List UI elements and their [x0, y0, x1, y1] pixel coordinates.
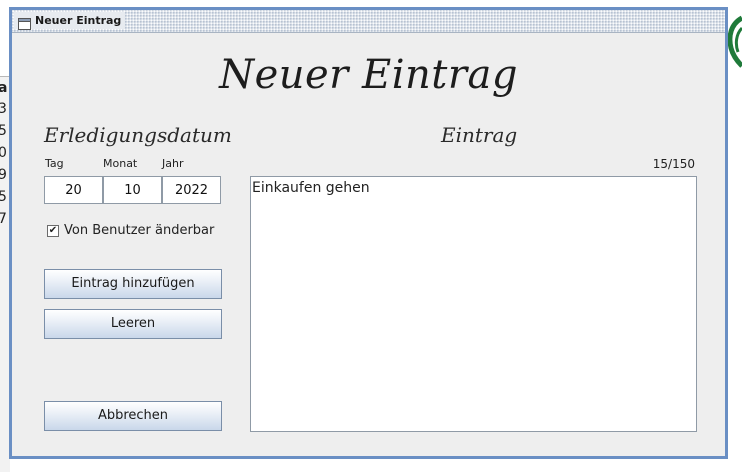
title-bar[interactable]: Neuer Eintrag	[12, 10, 725, 33]
due-date-section-title: Erledigungsdatum	[44, 123, 232, 147]
entry-text-area[interactable]: Einkaufen gehen	[250, 176, 697, 432]
day-field[interactable]	[44, 176, 103, 204]
user-editable-checkbox-row[interactable]: ✔ Von Benutzer änderbar	[47, 223, 214, 238]
cancel-button[interactable]: Abbrechen	[44, 401, 222, 431]
character-counter: 15/150	[652, 157, 695, 171]
user-editable-checkbox[interactable]: ✔	[47, 224, 59, 237]
window-title: Neuer Eintrag	[35, 14, 122, 27]
entry-section-title: Eintrag	[441, 123, 518, 147]
add-entry-button[interactable]: Eintrag hinzufügen	[44, 269, 222, 299]
day-label: Tag	[45, 157, 64, 170]
window-icon	[18, 15, 31, 30]
month-label: Monat	[103, 157, 138, 170]
user-editable-label: Von Benutzer änderbar	[64, 223, 215, 238]
dialog-heading: Neuer Eintrag	[219, 52, 518, 98]
new-entry-dialog: Neuer Eintrag Neuer Eintrag Erledigungsd…	[9, 7, 728, 459]
month-field[interactable]	[103, 176, 162, 204]
year-label: Jahr	[162, 157, 184, 170]
title-area: Neuer Eintrag	[14, 12, 126, 30]
clear-button[interactable]: Leeren	[44, 309, 222, 339]
year-field[interactable]	[162, 176, 221, 204]
